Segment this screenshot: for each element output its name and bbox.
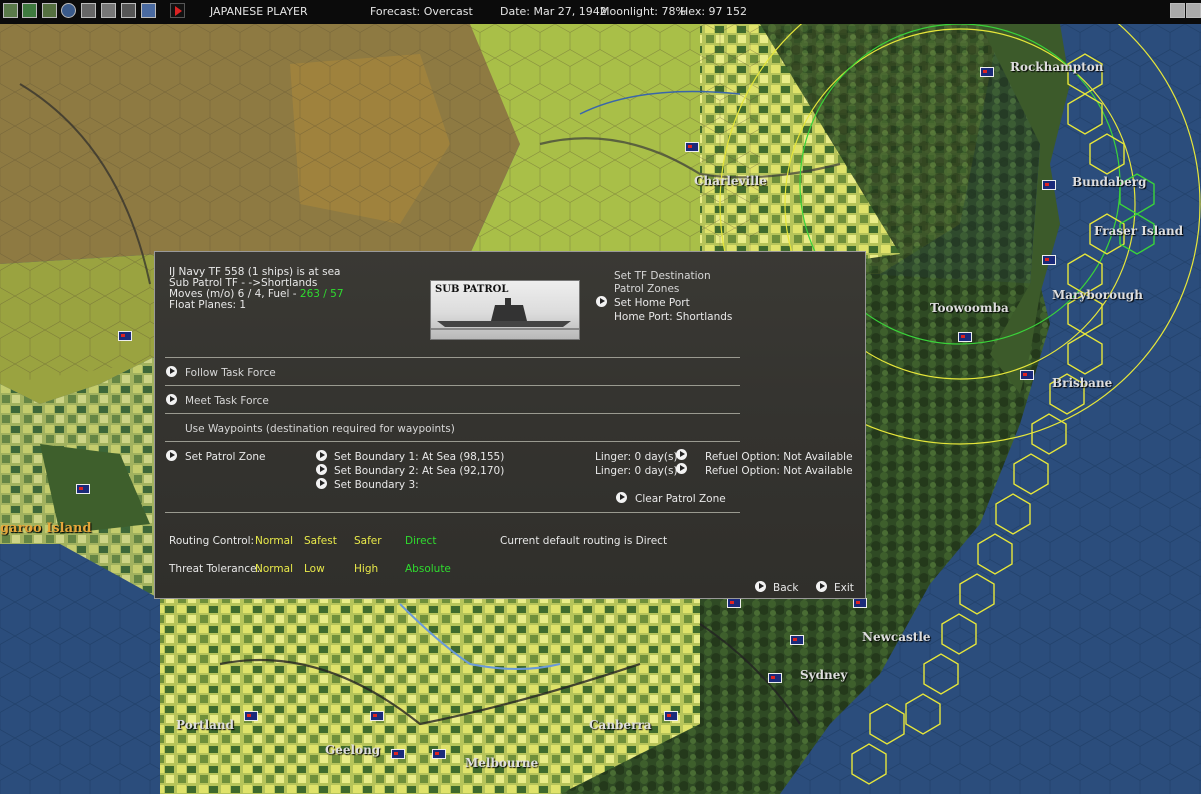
divider xyxy=(165,441,740,442)
meet-arrow-icon[interactable] xyxy=(166,394,177,405)
base-flag-icon[interactable] xyxy=(768,673,782,683)
linger-2-label: Linger: 0 day(s) xyxy=(595,465,678,477)
close-icon[interactable] xyxy=(1186,3,1201,18)
globe-icon[interactable] xyxy=(61,3,76,18)
screen-icon[interactable] xyxy=(141,3,156,18)
city-melbourne[interactable]: Melbourne xyxy=(465,756,538,770)
city-toowoomba[interactable]: Toowoomba xyxy=(930,301,1009,315)
refuel-1-label: Refuel Option: Not Available xyxy=(705,451,853,463)
threat-absolute-option[interactable]: Absolute xyxy=(405,563,451,575)
patrol-zone-arrow-icon[interactable] xyxy=(166,450,177,461)
base-flag-icon[interactable] xyxy=(432,749,446,759)
base-flag-icon[interactable] xyxy=(244,711,258,721)
base-flag-icon[interactable] xyxy=(853,598,867,608)
routing-direct-option[interactable]: Direct xyxy=(405,535,436,547)
linger-2-arrow-icon[interactable] xyxy=(676,463,687,474)
set-patrol-zone-button[interactable]: Set Patrol Zone xyxy=(185,451,266,463)
threat-tolerance-label: Threat Tolerance: xyxy=(169,563,261,575)
city-maryborough[interactable]: Maryborough xyxy=(1052,288,1143,302)
fuel-value: 263 / 57 xyxy=(299,288,344,300)
moonlight-label: Moonlight: 78% xyxy=(600,5,686,18)
base-flag-icon[interactable] xyxy=(664,711,678,721)
player-label: JAPANESE PLAYER xyxy=(210,5,308,18)
base-flag-icon[interactable] xyxy=(727,598,741,608)
base-flag-icon[interactable] xyxy=(790,635,804,645)
mission-image: SUB PATROL xyxy=(430,280,580,340)
routing-normal-option[interactable]: Normal xyxy=(255,535,293,547)
threat-normal-option[interactable]: Normal xyxy=(255,563,293,575)
ob-icon[interactable] xyxy=(101,3,116,18)
city-sydney[interactable]: Sydney xyxy=(800,668,847,682)
patrol-zones-link[interactable]: Patrol Zones xyxy=(614,283,679,295)
divider xyxy=(165,512,740,513)
meet-task-force-button[interactable]: Meet Task Force xyxy=(185,395,269,407)
base-flag-icon[interactable] xyxy=(1042,180,1056,190)
forecast-label: Forecast: Overcast xyxy=(370,5,473,18)
boundary-arrow-icon[interactable] xyxy=(316,464,327,475)
exchange-icon[interactable] xyxy=(81,3,96,18)
boundary-arrow-icon[interactable] xyxy=(316,478,327,489)
follow-arrow-icon[interactable] xyxy=(166,366,177,377)
city-bundaberg[interactable]: Bundaberg xyxy=(1072,175,1147,189)
threat-high-option[interactable]: High xyxy=(354,563,378,575)
divider xyxy=(165,357,740,358)
divider xyxy=(165,413,740,414)
base-flag-icon[interactable] xyxy=(958,332,972,342)
set-home-port-link[interactable]: Set Home Port xyxy=(614,297,690,309)
chart-icon[interactable] xyxy=(42,3,57,18)
routing-safer-option[interactable]: Safer xyxy=(354,535,382,547)
city-kangaroo-island[interactable]: garoo Island xyxy=(0,521,92,536)
base-flag-icon[interactable] xyxy=(980,67,994,77)
base-flag-icon[interactable] xyxy=(1042,255,1056,265)
threat-low-option[interactable]: Low xyxy=(304,563,325,575)
clear-patrol-zone-button[interactable]: Clear Patrol Zone xyxy=(635,493,726,505)
submarine-icon xyxy=(431,298,579,330)
refuel-2-label: Refuel Option: Not Available xyxy=(705,465,853,477)
linger-1-label: Linger: 0 day(s) xyxy=(595,451,678,463)
divider xyxy=(165,385,740,386)
exit-button[interactable]: Exit xyxy=(834,582,854,594)
date-label: Date: Mar 27, 1942 xyxy=(500,5,607,18)
boundary-arrow-icon[interactable] xyxy=(316,450,327,461)
city-newcastle[interactable]: Newcastle xyxy=(862,630,931,644)
base-flag-icon[interactable] xyxy=(370,711,384,721)
city-rockhampton[interactable]: Rockhampton xyxy=(1010,60,1103,74)
city-charleville[interactable]: Charleville xyxy=(694,174,767,188)
linger-1-arrow-icon[interactable] xyxy=(676,449,687,460)
map-icon[interactable] xyxy=(3,3,18,18)
current-routing-label: Current default routing is Direct xyxy=(500,535,668,547)
base-flag-icon[interactable] xyxy=(76,484,90,494)
home-port-label: Home Port: Shortlands xyxy=(614,311,733,323)
top-toolbar: JAPANESE PLAYER Forecast: Overcast Date:… xyxy=(0,0,1201,25)
city-canberra[interactable]: Canberra xyxy=(589,718,652,732)
minimize-icon[interactable] xyxy=(1170,3,1185,18)
back-button[interactable]: Back xyxy=(773,582,799,594)
city-fraser-island[interactable]: Fraser Island xyxy=(1094,224,1183,238)
float-planes-line: Float Planes: 1 xyxy=(169,299,247,311)
set-home-port-arrow-icon[interactable] xyxy=(596,296,607,307)
set-tf-destination-link[interactable]: Set TF Destination xyxy=(614,270,711,282)
clear-patrol-arrow-icon[interactable] xyxy=(616,492,627,503)
base-flag-icon[interactable] xyxy=(118,331,132,341)
list-icon[interactable] xyxy=(121,3,136,18)
city-brisbane[interactable]: Brisbane xyxy=(1052,376,1112,390)
follow-task-force-button[interactable]: Follow Task Force xyxy=(185,367,276,379)
terrain-icon[interactable] xyxy=(22,3,37,18)
back-arrow-icon[interactable] xyxy=(755,581,766,592)
city-portland[interactable]: Portland xyxy=(176,718,234,732)
set-boundary-3-button[interactable]: Set Boundary 3: xyxy=(334,479,419,491)
base-flag-icon[interactable] xyxy=(1020,370,1034,380)
task-force-destination-dialog: IJ Navy TF 558 (1 ships) is at sea Sub P… xyxy=(154,251,866,599)
routing-safest-option[interactable]: Safest xyxy=(304,535,337,547)
use-waypoints-option[interactable]: Use Waypoints (destination required for … xyxy=(185,423,455,435)
base-flag-icon[interactable] xyxy=(391,749,405,759)
set-boundary-2-button[interactable]: Set Boundary 2: At Sea (92,170) xyxy=(334,465,504,477)
routing-control-label: Routing Control: xyxy=(169,535,255,547)
hex-label: Hex: 97 152 xyxy=(680,5,748,18)
exit-arrow-icon[interactable] xyxy=(816,581,827,592)
end-turn-icon[interactable] xyxy=(170,3,185,18)
city-geelong[interactable]: Geelong xyxy=(325,743,380,757)
set-boundary-1-button[interactable]: Set Boundary 1: At Sea (98,155) xyxy=(334,451,504,463)
base-flag-icon[interactable] xyxy=(685,142,699,152)
